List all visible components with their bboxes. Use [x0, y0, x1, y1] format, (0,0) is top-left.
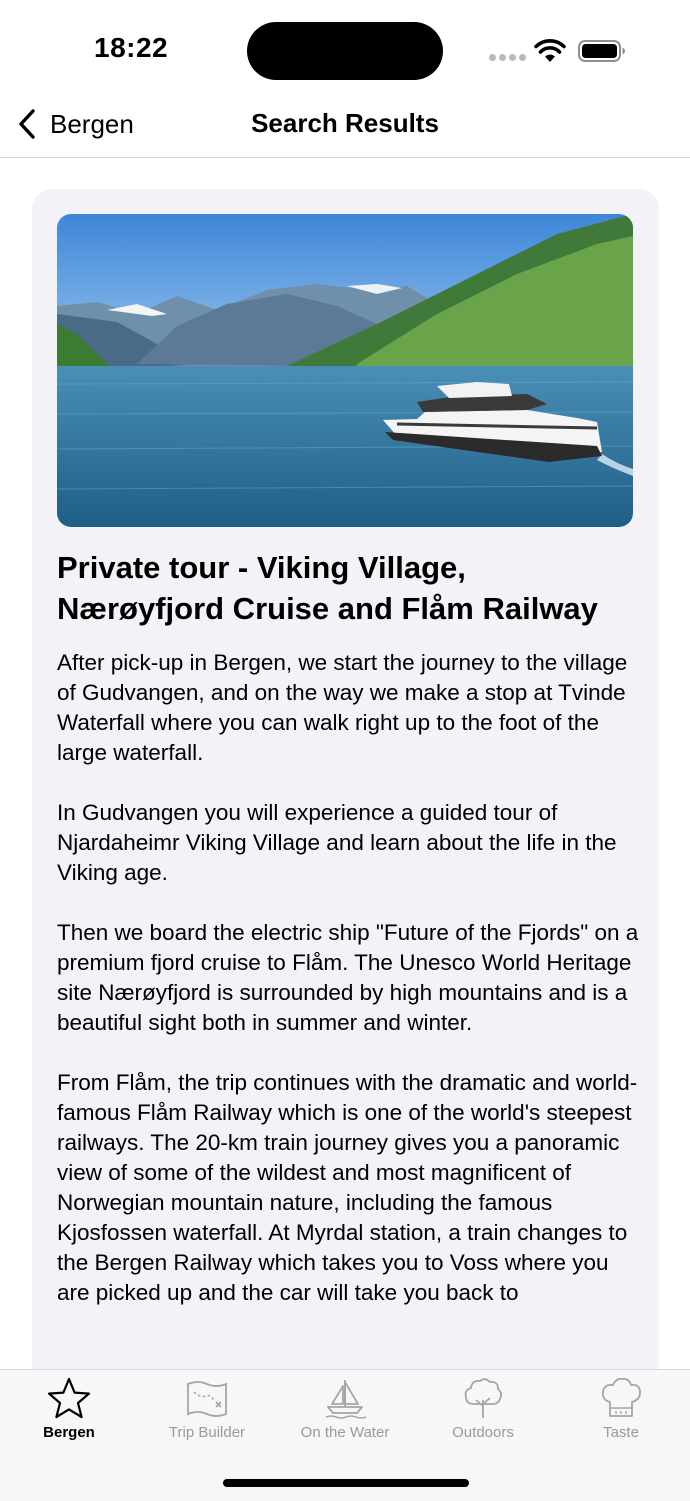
tab-taste[interactable]: Taste: [552, 1376, 690, 1448]
cellular-signal-icon: [489, 54, 526, 62]
tab-label: Outdoors: [452, 1424, 514, 1441]
tab-label: Bergen: [43, 1424, 95, 1441]
description-paragraph: Then we board the electric ship "Future …: [57, 920, 639, 1035]
dynamic-island: [247, 22, 443, 80]
description-paragraph: After pick-up in Bergen, we start the jo…: [57, 650, 628, 765]
star-icon: [47, 1377, 91, 1419]
tour-title: Private tour - Viking Village, Nærøyfjor…: [57, 550, 598, 626]
chef-hat-icon: [601, 1377, 641, 1417]
tour-image: [57, 214, 633, 527]
sailboat-icon: [325, 1380, 367, 1419]
description-paragraph: In Gudvangen you will experience a guide…: [57, 800, 617, 885]
tour-description: After pick-up in Bergen, we start the jo…: [57, 648, 639, 1338]
tab-on-the-water[interactable]: On the Water: [276, 1376, 414, 1448]
tab-label: Taste: [603, 1424, 639, 1441]
status-time: 18:22: [94, 32, 169, 63]
page-title: Search Results: [251, 108, 439, 138]
wifi-icon: [534, 39, 566, 62]
fjord-ferry-photo-icon: [57, 214, 633, 527]
description-paragraph: From Flåm, the trip continues with the d…: [57, 1070, 638, 1305]
tab-trip-builder[interactable]: Trip Builder: [138, 1376, 276, 1448]
tab-bergen[interactable]: Bergen: [0, 1376, 138, 1448]
battery-icon: [578, 40, 625, 62]
status-bar: 18:22: [0, 0, 690, 100]
tab-label: On the Water: [300, 1424, 390, 1441]
tab-label: Trip Builder: [168, 1424, 246, 1441]
tree-icon: [464, 1378, 503, 1418]
treasure-map-icon: [187, 1381, 227, 1417]
tour-card[interactable]: Private tour - Viking Village, Nærøyfjor…: [32, 189, 659, 1439]
tab-outdoors[interactable]: Outdoors: [414, 1376, 552, 1448]
home-indicator: [223, 1479, 469, 1487]
navigation-bar: Bergen Search Results: [0, 100, 690, 158]
